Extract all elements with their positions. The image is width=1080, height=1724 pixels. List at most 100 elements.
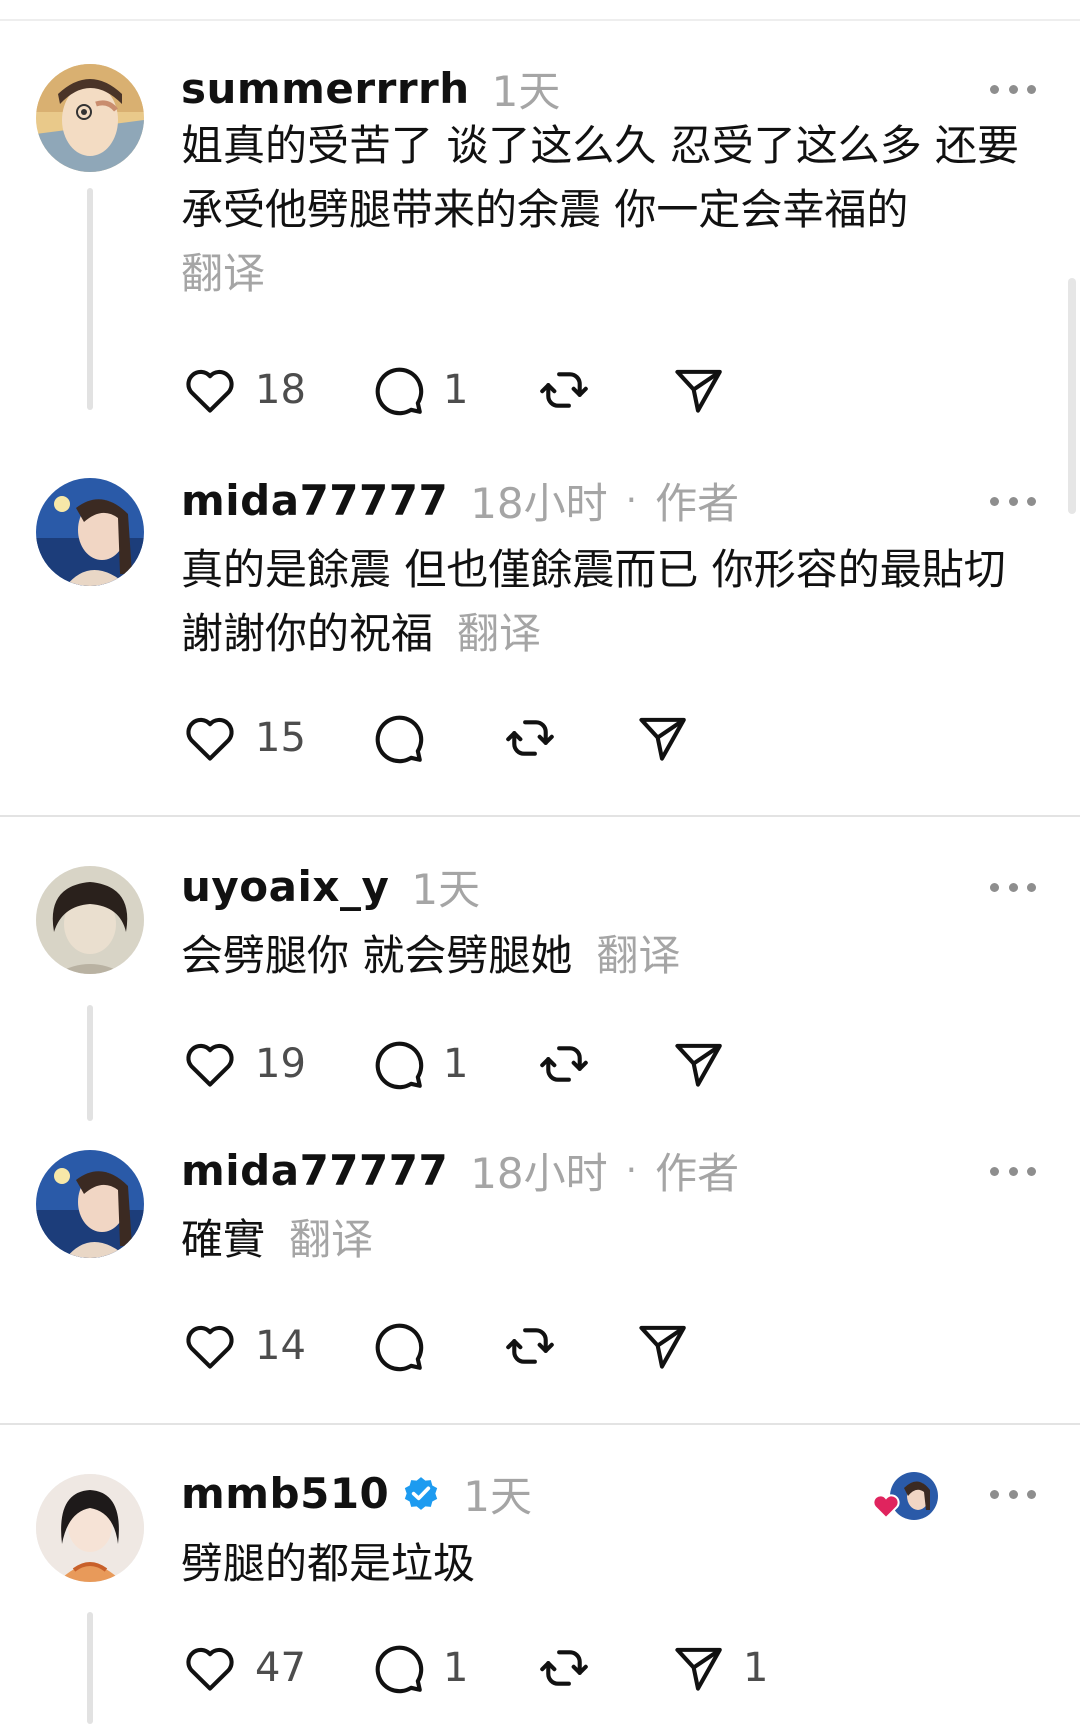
like-button[interactable]: 19 [181,1034,306,1094]
repost-icon [540,1650,588,1686]
reply-body: 確實 [181,1215,266,1264]
action-bar: 15 [181,708,881,768]
verified-badge-icon [405,1477,438,1510]
comment-header: summerrrrh 1天 [181,58,560,118]
author-tag: 作者 [655,1148,740,1198]
avatar[interactable] [36,1150,144,1258]
author-tag: 作者 [655,478,740,528]
repost-button[interactable] [501,1316,575,1376]
share-icon [639,717,686,761]
action-bar: 14 [181,1316,881,1376]
top-divider [0,19,1080,21]
heart-icon [186,1043,234,1087]
share-icon [675,369,722,413]
share-count: 1 [743,1645,769,1691]
username[interactable]: mmb510 [181,1469,389,1518]
more-options-icon[interactable] [990,74,1036,104]
more-options-icon[interactable] [990,486,1036,516]
translate-link[interactable]: 翻译 [289,1215,373,1264]
share-button[interactable] [633,1316,707,1376]
like-button[interactable]: 15 [181,708,306,768]
reply-button[interactable]: 1 [369,360,468,420]
more-options-icon[interactable] [990,872,1036,902]
scrollbar[interactable] [1068,278,1076,514]
username[interactable]: summerrrrh [181,64,470,113]
comment-text: 会劈腿你 就会劈腿她 翻译 [181,924,1041,988]
translate-link[interactable]: 翻译 [181,242,1041,306]
comment-icon [375,1645,424,1694]
like-count: 19 [255,1041,306,1087]
reply-count: 1 [443,1645,469,1691]
translate-link[interactable]: 翻译 [596,931,680,980]
reply-button[interactable] [369,1316,443,1376]
thread-line [87,1005,93,1121]
like-count: 18 [255,367,306,413]
timestamp: 18小时 [470,478,608,528]
share-icon [675,1043,722,1087]
heart-icon [186,1647,234,1691]
comment-body: 劈腿的都是垃圾 [181,1539,476,1588]
meta-separator: · [625,1149,638,1191]
username[interactable]: mida77777 [181,476,448,525]
translate-link[interactable]: 翻译 [457,609,541,658]
more-options-icon[interactable] [990,1156,1036,1186]
share-icon [639,1325,686,1369]
repost-icon [506,720,554,756]
comment-body: 姐真的受苦了 谈了这么久 忍受了这么多 还要承受他劈腿带来的余震 你一定会幸福的 [181,121,1020,234]
comment-text: 劈腿的都是垃圾 [181,1532,1041,1596]
avatar[interactable] [36,478,144,586]
more-options-icon[interactable] [990,1479,1036,1509]
reply-count: 1 [443,367,469,413]
comment-icon [375,1041,424,1090]
thread-divider [0,1423,1080,1425]
like-button[interactable]: 14 [181,1316,306,1376]
comment-body: 会劈腿你 就会劈腿她 [181,931,573,980]
timestamp: 1天 [491,66,561,116]
repost-button[interactable] [501,708,575,768]
repost-icon [506,1328,554,1364]
like-button[interactable]: 18 [181,360,306,420]
reply-button[interactable] [369,708,443,768]
repost-icon [540,372,588,408]
timestamp: 1天 [411,864,481,914]
reply-count: 1 [443,1041,469,1087]
reply-button[interactable]: 1 [369,1638,468,1698]
avatar[interactable] [36,64,144,172]
comment-header: mmb510 1天 [181,1463,532,1523]
reply-body: 真的是餘震 但也僅餘震而已 你形容的最貼切 謝謝你的祝福 [181,545,1006,658]
like-count: 15 [255,715,306,761]
repost-button[interactable] [535,1638,609,1698]
heart-icon [186,369,234,413]
username[interactable]: mida77777 [181,1146,448,1195]
comment-icon [375,1323,424,1372]
username[interactable]: uyoaix_y [181,862,389,911]
comment-text: 姐真的受苦了 谈了这么久 忍受了这么多 还要承受他劈腿带来的余震 你一定会幸福的… [181,114,1041,306]
like-button[interactable]: 47 [181,1638,306,1698]
share-button[interactable]: 1 [669,1638,768,1698]
thread-divider [0,815,1080,817]
comment-icon [375,715,424,764]
repost-button[interactable] [535,1034,609,1094]
share-button[interactable] [669,1034,743,1094]
share-button[interactable] [669,360,743,420]
reply-text: 確實 翻译 [181,1208,1041,1272]
action-bar: 18 1 [181,360,881,420]
like-count: 47 [255,1645,306,1691]
avatar[interactable] [36,866,144,974]
comment-icon [375,367,424,416]
reply-button[interactable]: 1 [369,1034,468,1094]
heart-icon [186,1325,234,1369]
timestamp: 18小时 [470,1148,608,1198]
repost-icon [540,1046,588,1082]
avatar[interactable] [36,1474,144,1582]
action-bar: 47 1 1 [181,1638,881,1698]
share-button[interactable] [633,708,707,768]
repost-button[interactable] [535,360,609,420]
reply-header: mida77777 18小时 · 作者 [181,1140,739,1200]
meta-separator: · [625,479,638,521]
reply-header: mida77777 18小时 · 作者 [181,470,739,530]
like-count: 14 [255,1323,306,1369]
comment-header: uyoaix_y 1天 [181,856,480,916]
reply-text: 真的是餘震 但也僅餘震而已 你形容的最貼切 謝謝你的祝福 翻译 [181,538,1041,666]
action-bar: 19 1 [181,1034,881,1094]
